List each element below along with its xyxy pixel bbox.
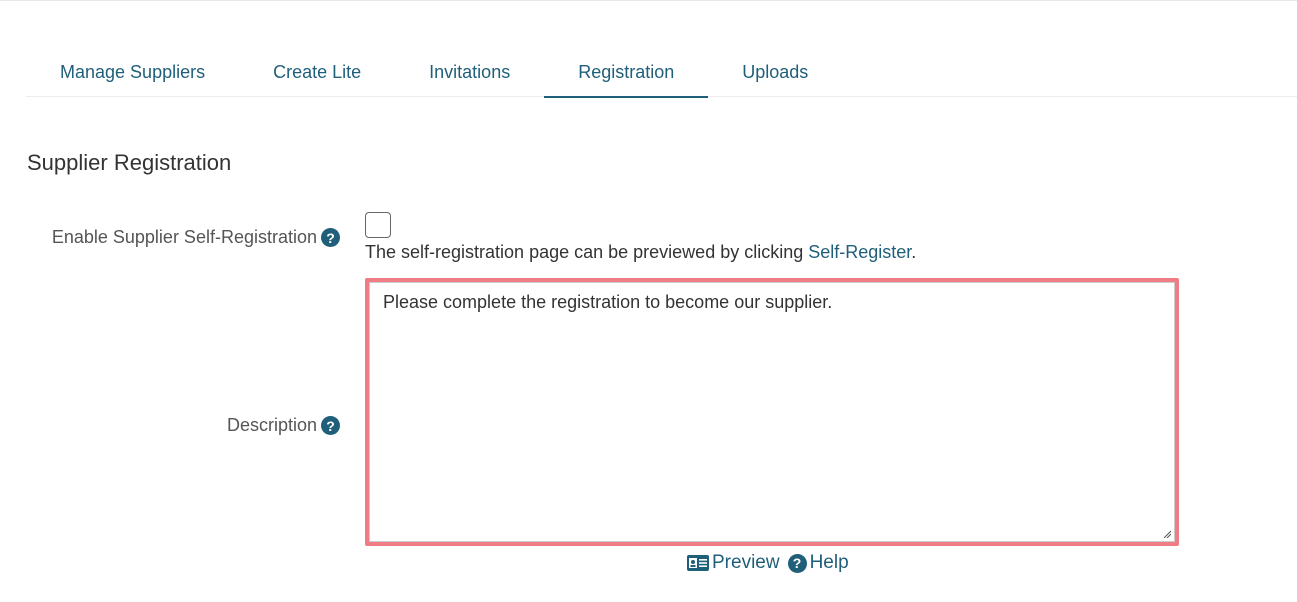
question-circle-icon[interactable]: ? bbox=[321, 416, 340, 435]
question-circle-icon: ? bbox=[787, 553, 807, 573]
preview-button[interactable]: Preview bbox=[687, 552, 780, 574]
description-textarea[interactable] bbox=[369, 282, 1175, 542]
tab-invitations[interactable]: Invitations bbox=[395, 48, 544, 97]
self-registration-label-row: Enable Supplier Self-Registration ? bbox=[52, 227, 340, 248]
resize-grip-icon[interactable] bbox=[1163, 530, 1171, 538]
description-highlight bbox=[365, 278, 1179, 546]
top-border bbox=[0, 0, 1297, 1]
self-registration-hint: The self-registration page can be previe… bbox=[365, 242, 916, 263]
help-button[interactable]: ? Help bbox=[787, 552, 849, 574]
section-title: Supplier Registration bbox=[27, 150, 232, 175]
self-registration-label: Enable Supplier Self-Registration bbox=[51, 227, 317, 247]
hint-suffix: . bbox=[911, 242, 917, 262]
tab-registration[interactable]: Registration bbox=[544, 48, 709, 98]
help-label: Help bbox=[809, 552, 849, 573]
description-label: Description bbox=[226, 415, 317, 435]
description-actions: Preview ? Help bbox=[687, 552, 849, 574]
hint-text: The self-registration page can be previe… bbox=[365, 242, 809, 262]
tab-uploads[interactable]: Uploads bbox=[708, 48, 842, 97]
preview-label: Preview bbox=[712, 552, 780, 573]
self-registration-checkbox[interactable] bbox=[365, 212, 391, 238]
tab-manage-suppliers[interactable]: Manage Suppliers bbox=[26, 48, 239, 97]
id-card-icon bbox=[687, 555, 709, 571]
tab-bar: Manage Suppliers Create Lite Invitations… bbox=[26, 48, 1297, 98]
description-label-row: Description ? bbox=[227, 415, 340, 436]
tab-create-lite[interactable]: Create Lite bbox=[239, 48, 395, 97]
question-circle-icon[interactable]: ? bbox=[321, 228, 340, 247]
self-register-link[interactable]: Self-Register bbox=[808, 242, 911, 262]
